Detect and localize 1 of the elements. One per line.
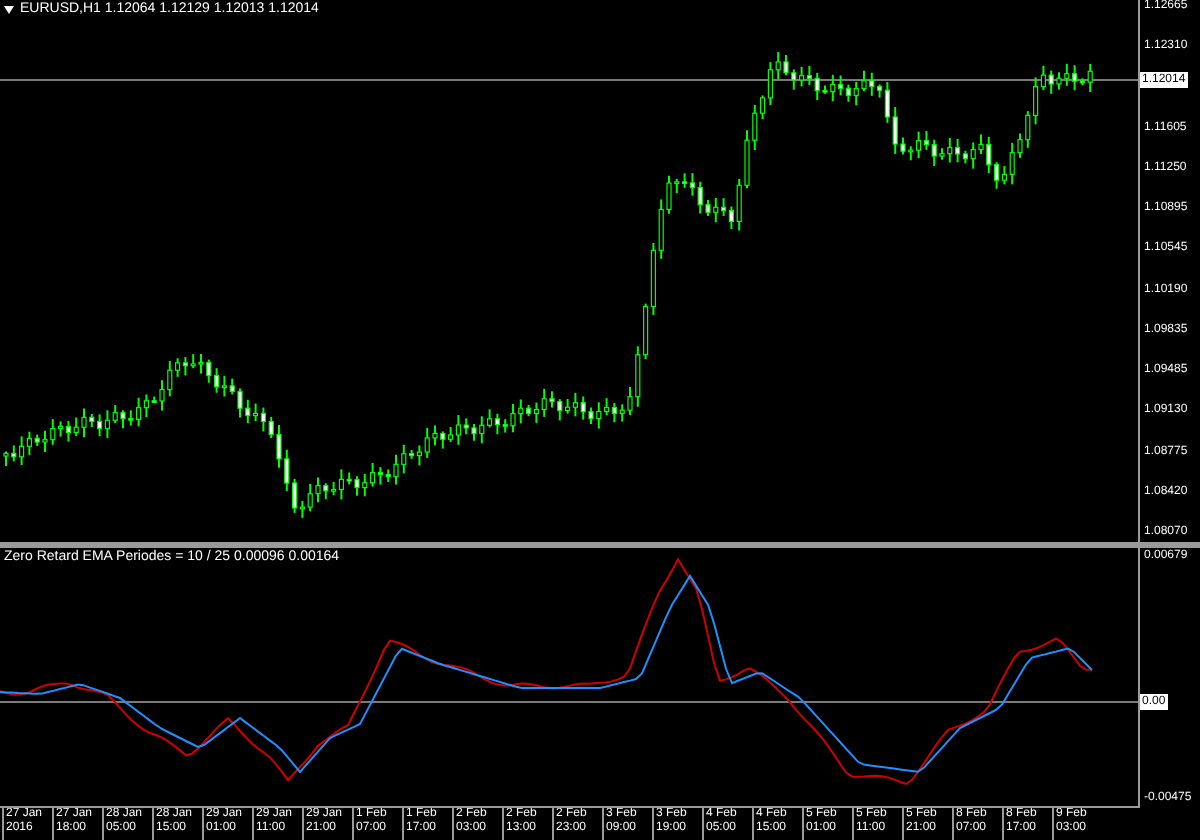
- dropdown-arrow-icon[interactable]: [4, 5, 14, 13]
